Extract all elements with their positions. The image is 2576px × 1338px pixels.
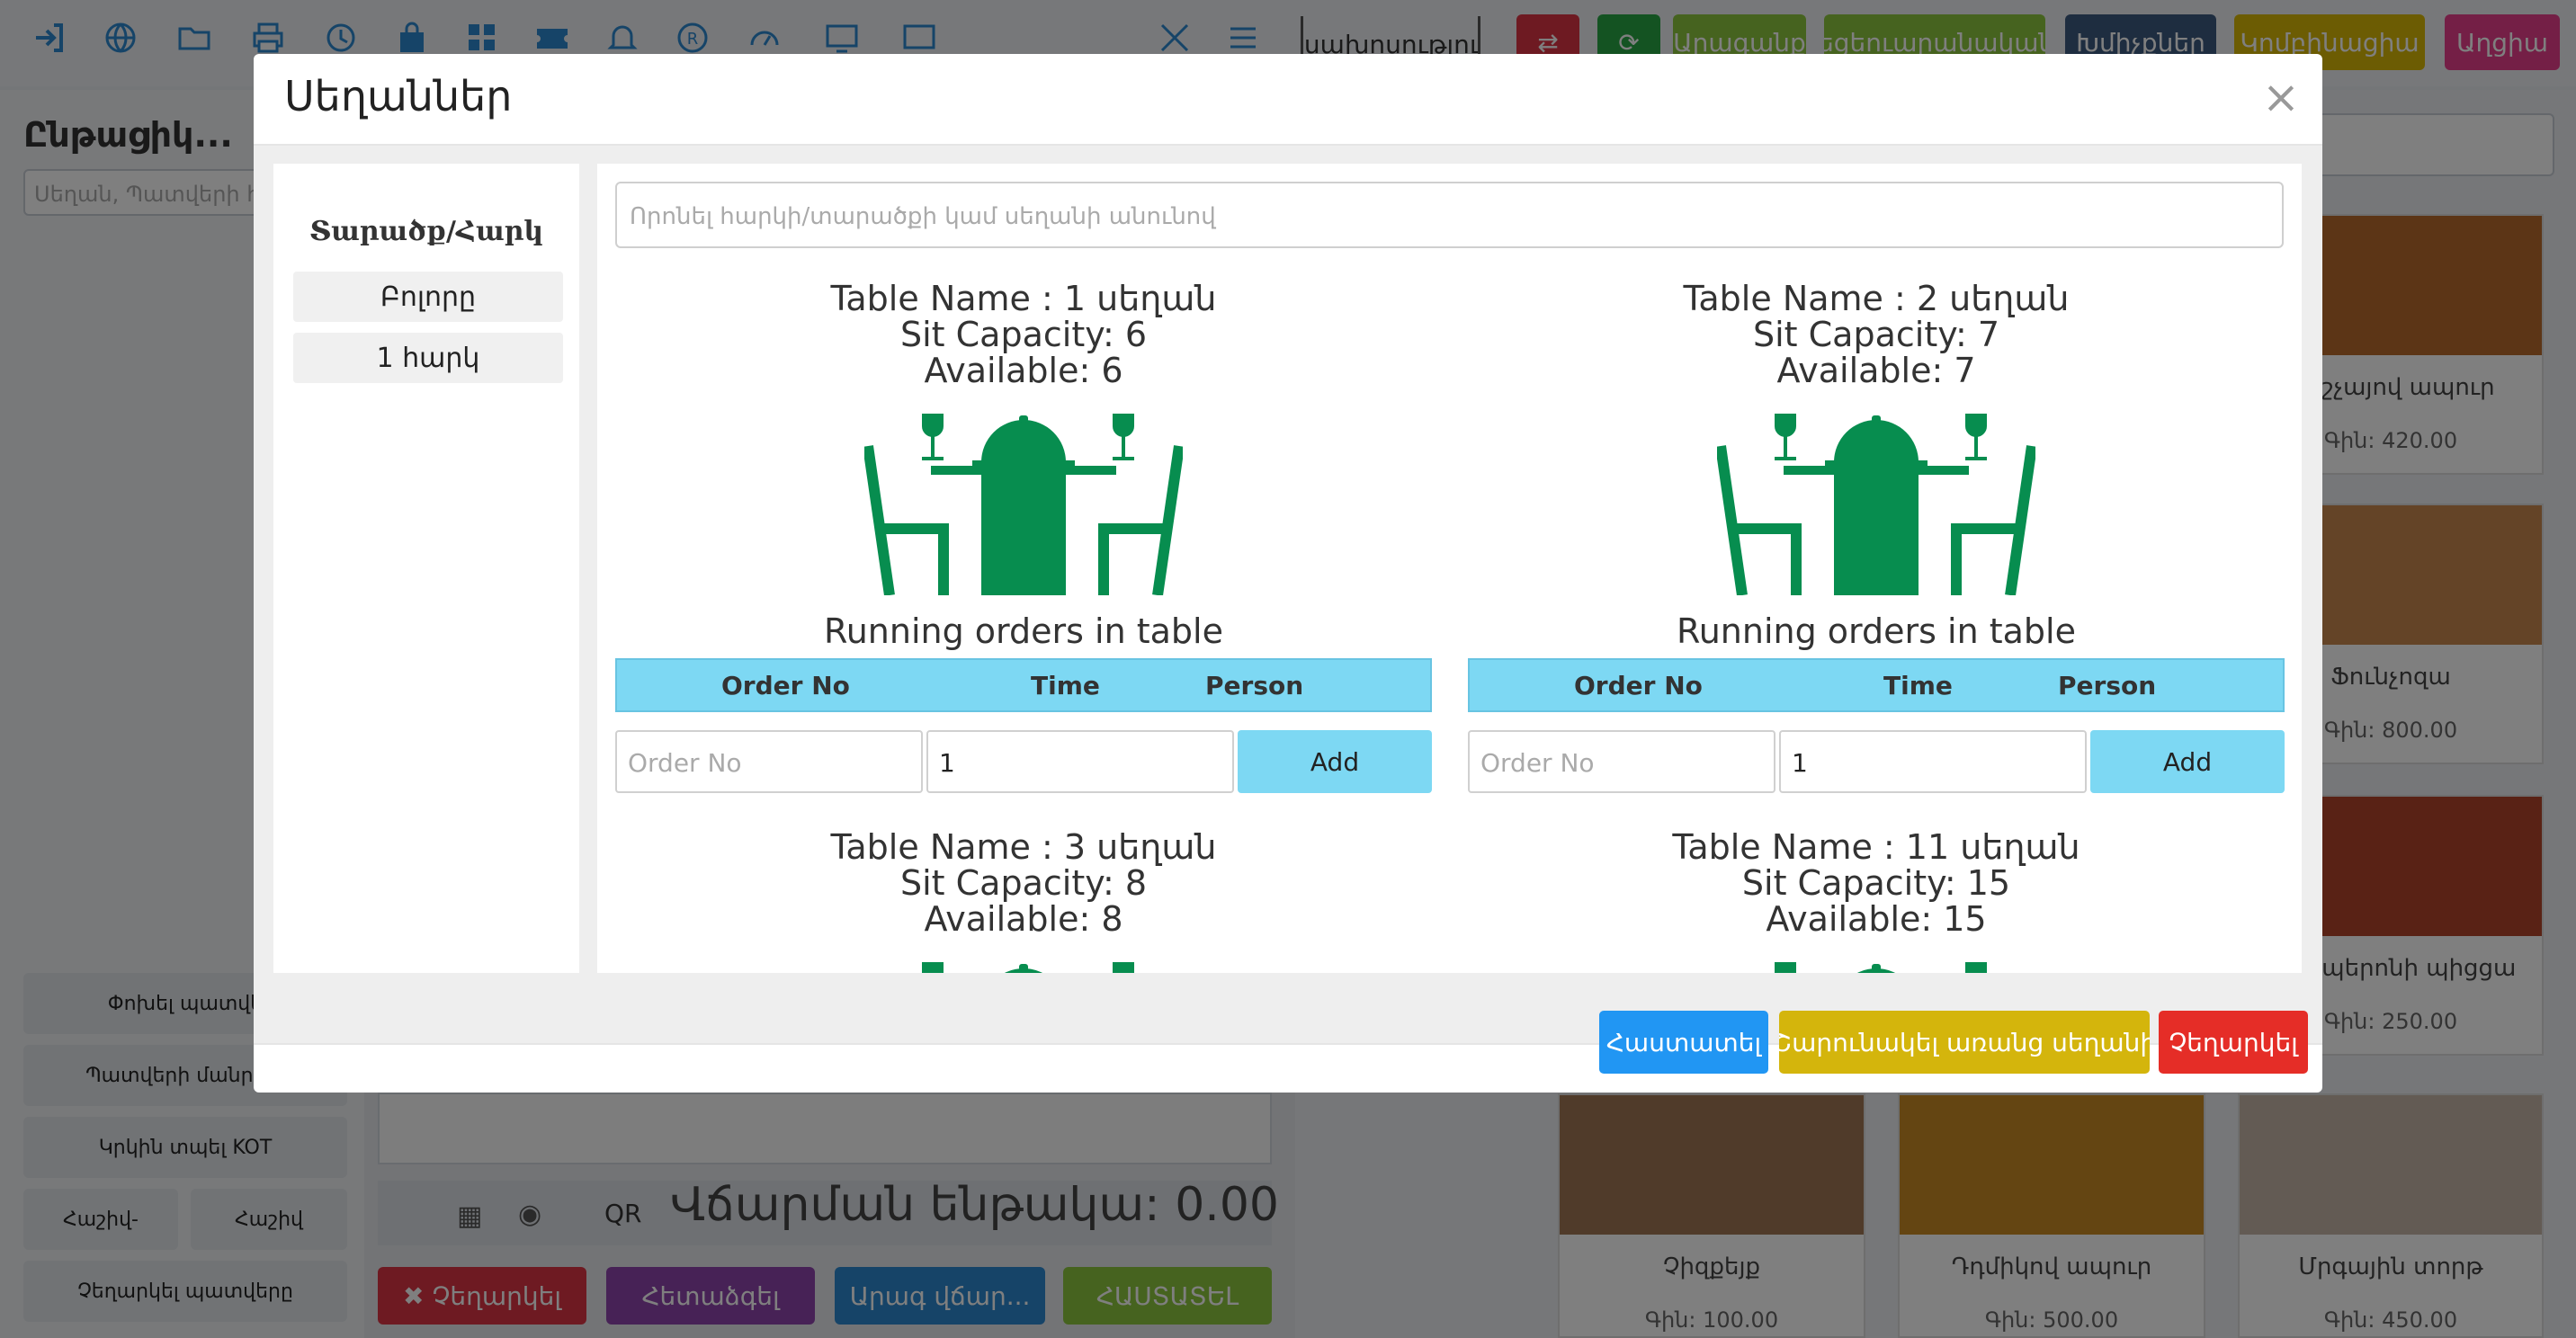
person-count-input[interactable]: 1 [1779, 730, 2087, 793]
table-card[interactable]: Table Name : 11 սեղան Sit Capacity: 15 A… [1468, 829, 2285, 973]
running-orders-label: Running orders in table [824, 611, 1223, 651]
add-order-button[interactable]: Add [1238, 730, 1432, 793]
area-filter-title: Տարածք/Հարկ [309, 216, 544, 247]
table-card[interactable]: Table Name : 2 սեղան Sit Capacity: 7 Ava… [1468, 281, 2285, 820]
tables-modal: Սեղաններ × Տարածք/Հարկ Բոլորը 1 հարկ Որո… [254, 54, 2322, 1093]
modal-body: Տարածք/Հարկ Բոլորը 1 հարկ Որոնել հարկի/տ… [254, 146, 2322, 1043]
dining-table-icon[interactable] [1717, 412, 2035, 595]
orders-table-header: Order No Time Person [615, 658, 1432, 712]
add-order-button[interactable]: Add [2090, 730, 2285, 793]
order-no-input[interactable]: Order No [1468, 730, 1775, 793]
table-available: Available: 7 [1776, 351, 1976, 390]
table-capacity: Sit Capacity: 8 [899, 863, 1147, 903]
modal-title: Սեղաններ [284, 72, 513, 120]
table-capacity: Sit Capacity: 7 [1752, 315, 1999, 354]
table-name: Table Name : 1 սեղան [830, 279, 1217, 318]
person-count-input[interactable]: 1 [926, 730, 1234, 793]
table-capacity: Sit Capacity: 6 [899, 315, 1147, 354]
col-order-no: Order No [721, 671, 850, 700]
confirm-button[interactable]: Հաստատել [1599, 1011, 1768, 1074]
running-orders-label: Running orders in table [1677, 611, 2076, 651]
dining-table-icon[interactable] [864, 412, 1183, 595]
order-no-input[interactable]: Order No [615, 730, 923, 793]
table-card[interactable]: Table Name : 1 սեղան Sit Capacity: 6 Ava… [615, 281, 1432, 820]
area-filter-floor-1[interactable]: 1 հարկ [293, 333, 563, 383]
tables-list: Որոնել հարկի/տարածքի կամ սեղանի անունով … [597, 164, 2302, 973]
dining-table-icon[interactable] [1717, 960, 2035, 973]
table-available: Available: 15 [1766, 899, 1987, 939]
cancel-button[interactable]: Չեղարկել [2159, 1011, 2308, 1074]
continue-without-table-button[interactable]: Շարունակել առանց սեղանի [1779, 1011, 2150, 1074]
col-order-no: Order No [1574, 671, 1703, 700]
table-card[interactable]: Table Name : 3 սեղան Sit Capacity: 8 Ava… [615, 829, 1432, 973]
table-name: Table Name : 2 սեղան [1683, 279, 2070, 318]
col-time: Time [1031, 671, 1100, 700]
area-filter-all[interactable]: Բոլորը [293, 272, 563, 322]
close-icon[interactable]: × [2261, 75, 2301, 120]
table-name: Table Name : 3 սեղան [830, 827, 1217, 867]
dining-table-icon[interactable] [864, 960, 1183, 973]
col-time: Time [1883, 671, 1953, 700]
col-person: Person [2058, 671, 2157, 700]
table-capacity: Sit Capacity: 15 [1741, 863, 2011, 903]
table-name: Table Name : 11 սեղան [1672, 827, 2080, 867]
col-person: Person [1205, 671, 1304, 700]
orders-table-header: Order No Time Person [1468, 658, 2285, 712]
area-filter-panel: Տարածք/Հարկ Բոլորը 1 հարկ [273, 164, 579, 973]
table-available: Available: 6 [924, 351, 1123, 390]
table-search-input[interactable]: Որոնել հարկի/տարածքի կամ սեղանի անունով [615, 182, 2284, 248]
table-available: Available: 8 [924, 899, 1123, 939]
